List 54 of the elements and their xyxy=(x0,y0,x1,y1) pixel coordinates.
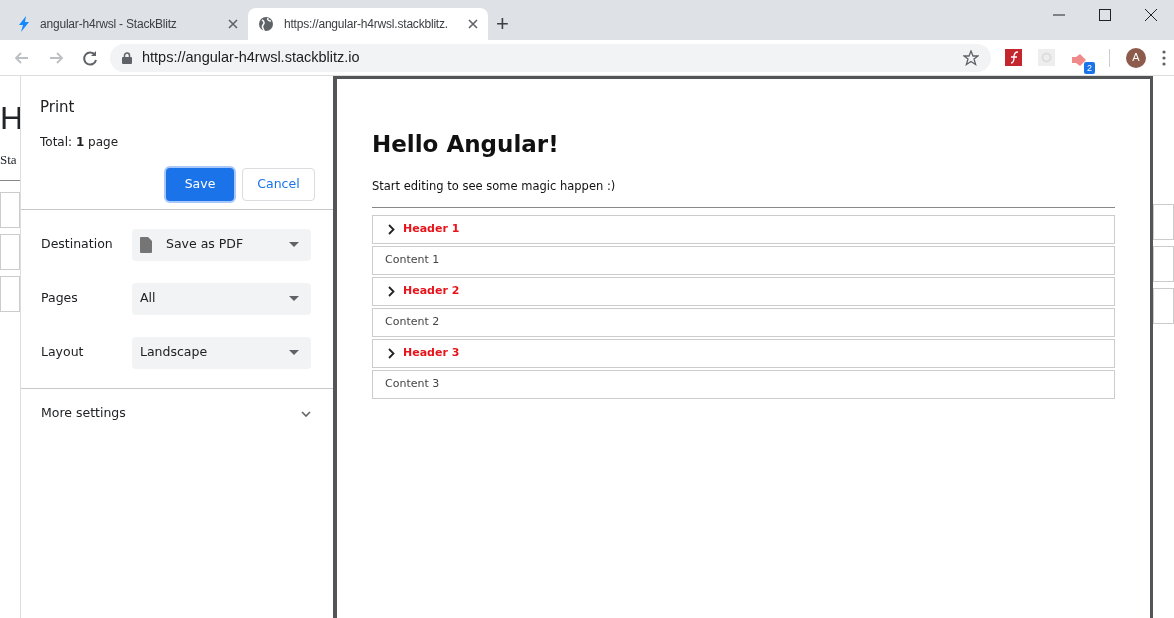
setting-dropdown[interactable]: Save as PDF xyxy=(132,228,311,261)
document-icon xyxy=(140,236,152,253)
dialog-title: Print xyxy=(40,97,76,118)
chevron-right-icon xyxy=(388,223,395,235)
url-text: https://angular-h4rwsl.stackblitz.io xyxy=(142,47,360,67)
accordion-header: Header 1 xyxy=(372,214,1115,244)
menu-icon[interactable] xyxy=(1162,49,1166,66)
cancel-button[interactable]: Cancel xyxy=(242,167,315,201)
caret-icon xyxy=(289,296,299,301)
page-heading: H xyxy=(0,99,20,138)
avatar[interactable]: A xyxy=(1126,47,1146,68)
more-settings-toggle[interactable]: More settings xyxy=(21,388,333,439)
page-text: Sta xyxy=(0,151,18,169)
page-count: Total: 1 page xyxy=(40,133,120,151)
panel-background xyxy=(0,191,20,228)
address-bar[interactable]: https://angular-h4rwsl.stackblitz.io xyxy=(110,43,991,72)
setting-label: Pages xyxy=(41,289,78,308)
star-icon[interactable] xyxy=(963,49,979,66)
extension-badge: 2 xyxy=(1084,61,1095,74)
panel-background xyxy=(0,275,20,312)
close-icon[interactable] xyxy=(468,19,478,29)
lock-icon xyxy=(122,51,132,64)
accordion-content: Content 3 xyxy=(372,369,1115,399)
maximize-icon[interactable] xyxy=(1098,8,1112,22)
accordion-header: Header 2 xyxy=(372,276,1115,306)
chevron-right-icon xyxy=(388,347,395,359)
panel-background xyxy=(0,233,20,270)
setting-dropdown[interactable]: Landscape xyxy=(132,336,311,369)
accordion-content: Content 1 xyxy=(372,245,1115,275)
new-tab-button[interactable]: + xyxy=(496,12,509,36)
browser-tab[interactable]: https://angular-h4rwsl.stackblitz. xyxy=(248,8,488,40)
save-button[interactable]: Save xyxy=(166,167,234,201)
setting-dropdown[interactable]: All xyxy=(132,282,311,315)
chevron-down-icon xyxy=(301,410,311,417)
accordion-header: Header 3 xyxy=(372,338,1115,368)
setting-label: Destination xyxy=(41,235,113,254)
preview-heading: Hello Angular! xyxy=(372,130,560,159)
tab-title: https://angular-h4rwsl.stackblitz. xyxy=(284,16,449,33)
globe-icon xyxy=(258,16,274,32)
preview-text: Start editing to see some magic happen :) xyxy=(372,177,617,195)
accordion-content: Content 2 xyxy=(372,307,1115,337)
close-icon[interactable] xyxy=(1144,8,1158,22)
tab-title: angular-h4rwsl - StackBlitz xyxy=(40,16,178,33)
chevron-right-icon xyxy=(388,285,395,297)
browser-tab[interactable]: angular-h4rwsl - StackBlitz xyxy=(8,8,248,40)
panel-background xyxy=(1153,204,1174,240)
extension-icon[interactable] xyxy=(1071,53,1087,68)
setting-label: Layout xyxy=(41,343,84,362)
extension-icon[interactable] xyxy=(1005,49,1022,66)
panel-background xyxy=(1153,246,1174,282)
caret-icon xyxy=(289,242,299,247)
panel-background xyxy=(1153,288,1174,324)
lightning-icon xyxy=(18,16,30,32)
caret-icon xyxy=(289,350,299,355)
